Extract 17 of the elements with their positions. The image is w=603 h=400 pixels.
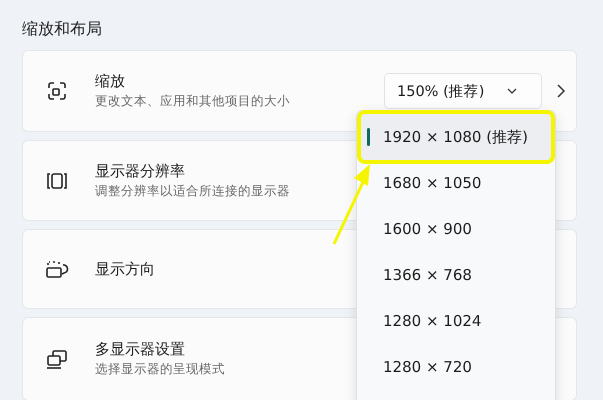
selection-indicator xyxy=(367,128,370,146)
setting-description: 调整分辨率以适合所连接的显示器 xyxy=(95,182,290,200)
setting-title: 显示方向 xyxy=(95,260,155,278)
menu-option[interactable]: 1366 × 768 xyxy=(361,252,551,298)
setting-title: 多显示器设置 xyxy=(95,340,185,359)
menu-option[interactable]: 1280 × 720 xyxy=(361,344,551,390)
setting-description: 更改文本、应用和其他项目的大小 xyxy=(95,93,290,110)
scale-dropdown[interactable]: 150% (推荐) xyxy=(384,73,542,109)
menu-option[interactable]: 1920 × 1080 (推荐) xyxy=(361,114,551,160)
setting-title: 缩放 xyxy=(95,72,125,91)
chevron-right-icon[interactable] xyxy=(556,83,566,99)
menu-option[interactable]: 1680 × 1050 xyxy=(361,160,551,206)
scale-icon xyxy=(45,79,69,103)
section-title: 缩放和布局 xyxy=(22,18,103,40)
setting-description: 选择显示器的呈现模式 xyxy=(95,361,225,378)
setting-title: 显示器分辨率 xyxy=(95,162,185,180)
monitors-icon xyxy=(45,347,69,371)
